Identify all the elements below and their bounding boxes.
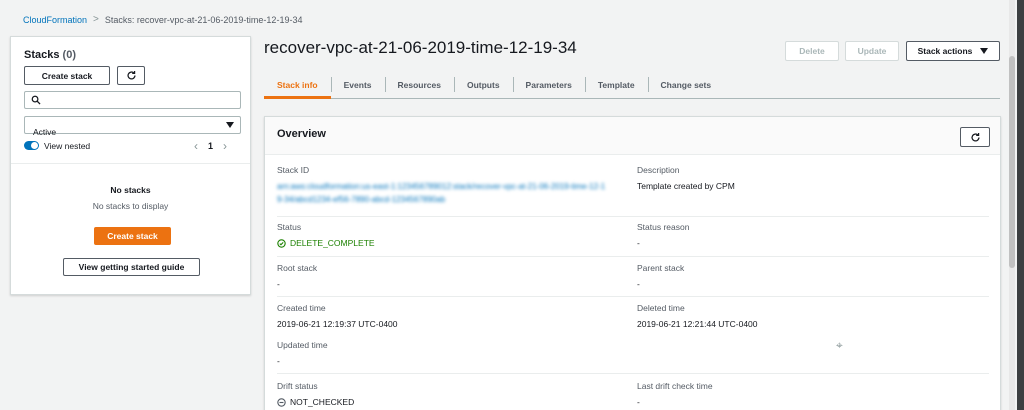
create-stack-button[interactable]: Create stack	[24, 66, 110, 85]
chevron-right-icon: >	[93, 14, 99, 25]
status-filter-select[interactable]: Active	[24, 116, 241, 137]
created-label: Created time	[277, 303, 326, 313]
delete-button[interactable]: Delete	[785, 41, 839, 61]
tab-stack-info[interactable]: Stack info	[264, 71, 331, 99]
window-edge	[1017, 0, 1024, 410]
row-stack-id: Stack ID arn:aws:cloudformation:us-east-…	[277, 165, 989, 217]
tab-resources[interactable]: Resources	[384, 71, 454, 98]
stacks-count: (0)	[62, 49, 76, 61]
breadcrumb-current: Stacks: recover-vpc-at-21-06-2019-time-1…	[104, 14, 303, 25]
overview-title: Overview	[277, 128, 326, 140]
view-nested-label: View nested	[44, 141, 91, 151]
status-cell: Status DELETE_COMPLETE	[277, 222, 375, 248]
description-value: Template created by CPM	[637, 181, 735, 191]
overview-panel: Overview Stack ID arn:aws:cloudformation…	[264, 116, 1001, 410]
row-times: Created time 2019-06-21 12:19:37 UTC-040…	[277, 297, 989, 374]
search-input[interactable]	[24, 91, 241, 109]
row-status: Status DELETE_COMPLETE Status reason -	[277, 217, 989, 257]
stack-id-cell: Stack ID arn:aws:cloudformation:us-east-…	[277, 165, 607, 206]
caret-down-icon	[226, 122, 234, 128]
minus-circle-icon	[277, 397, 286, 407]
stack-tabs: Stack info Events Resources Outputs Para…	[264, 71, 1000, 99]
toggle-knob	[31, 142, 38, 149]
status-filter-value: Active	[33, 127, 57, 137]
pagination: ‹ 1 ›	[194, 139, 227, 153]
crosshair-cursor-icon: ⌖	[836, 338, 843, 352]
empty-text: No stacks to display	[92, 201, 169, 211]
overview-grid: Stack ID arn:aws:cloudformation:us-east-…	[277, 165, 989, 410]
caret-down-icon	[980, 48, 989, 54]
view-nested-toggle[interactable]	[24, 141, 39, 150]
page-number[interactable]: 1	[208, 141, 213, 151]
refresh-stacks-button[interactable]	[117, 66, 145, 85]
root-stack-label: Root stack	[277, 263, 318, 273]
stack-actions-button[interactable]: Stack actions	[906, 41, 1000, 61]
drift-label: Drift status	[277, 381, 318, 391]
deleted-cell: Deleted time 2019-06-21 12:21:44 UTC-040…	[637, 303, 758, 329]
tab-outputs[interactable]: Outputs	[453, 71, 513, 98]
breadcrumb: CloudFormation > Stacks: recover-vpc-at-…	[23, 14, 302, 25]
updated-value: -	[277, 356, 280, 366]
description-cell: Description Template created by CPM	[637, 165, 735, 191]
page-title: recover-vpc-at-21-06-2019-time-12-19-34	[264, 38, 577, 57]
getting-started-guide-button[interactable]: View getting started guide	[63, 258, 200, 276]
created-cell: Created time 2019-06-21 12:19:37 UTC-040…	[277, 303, 398, 329]
stacks-title-text: Stacks	[24, 49, 60, 61]
chevron-right-icon[interactable]: ›	[223, 139, 227, 153]
update-button[interactable]: Update	[845, 41, 899, 61]
parent-stack-cell: Parent stack -	[637, 263, 684, 289]
updated-label: Updated time	[277, 340, 328, 350]
status-reason-cell: Status reason -	[637, 222, 689, 248]
empty-title: No stacks	[110, 185, 151, 195]
updated-cell: Updated time -	[277, 340, 328, 366]
check-circle-icon	[277, 238, 286, 248]
refresh-icon	[971, 132, 980, 142]
deleted-value: 2019-06-21 12:21:44 UTC-0400	[637, 319, 758, 329]
row-drift: Drift status NOT_CHECKED Last drift chec…	[277, 374, 989, 410]
root-stack-cell: Root stack -	[277, 263, 317, 289]
status-label: Status	[277, 222, 302, 232]
root-stack-value: -	[277, 279, 280, 289]
tab-template[interactable]: Template	[584, 71, 648, 98]
refresh-overview-button[interactable]	[960, 127, 990, 147]
description-label: Description	[637, 165, 680, 175]
tab-parameters[interactable]: Parameters	[512, 71, 585, 98]
status-reason-label: Status reason	[637, 222, 690, 232]
page-scrollbar-thumb[interactable]	[1009, 56, 1015, 268]
parent-stack-value: -	[637, 279, 640, 289]
parent-stack-label: Parent stack	[637, 263, 685, 273]
stacks-sidebar: Stacks (0) Create stack Active View nest…	[10, 36, 251, 295]
drift-text: NOT_CHECKED	[290, 397, 355, 407]
stack-actions-label: Stack actions	[917, 46, 973, 56]
breadcrumb-cloudformation-link[interactable]: CloudFormation	[23, 15, 87, 25]
refresh-icon	[127, 71, 136, 80]
deleted-label: Deleted time	[637, 303, 685, 313]
overview-header: Overview	[265, 117, 1000, 155]
last-drift-label: Last drift check time	[637, 381, 713, 391]
row-root-stack: Root stack - Parent stack -	[277, 257, 989, 297]
created-value: 2019-06-21 12:19:37 UTC-0400	[277, 319, 398, 329]
chevron-left-icon[interactable]: ‹	[194, 139, 198, 153]
divider	[11, 163, 250, 164]
stacks-title: Stacks (0)	[24, 49, 76, 61]
last-drift-value: -	[637, 397, 640, 407]
search-icon	[31, 95, 41, 105]
tab-change-sets[interactable]: Change sets	[647, 71, 725, 98]
last-drift-cell: Last drift check time -	[637, 381, 713, 407]
empty-create-stack-button[interactable]: Create stack	[94, 227, 171, 245]
drift-value: NOT_CHECKED	[277, 397, 354, 407]
stack-id-link[interactable]: arn:aws:cloudformation:us-east-1:1234567…	[277, 180, 607, 206]
drift-cell: Drift status NOT_CHECKED	[277, 381, 354, 407]
status-text: DELETE_COMPLETE	[290, 238, 375, 248]
stack-id-label: Stack ID	[277, 165, 310, 175]
status-reason-value: -	[637, 238, 640, 248]
tab-events[interactable]: Events	[330, 71, 385, 98]
status-value: DELETE_COMPLETE	[277, 238, 375, 248]
